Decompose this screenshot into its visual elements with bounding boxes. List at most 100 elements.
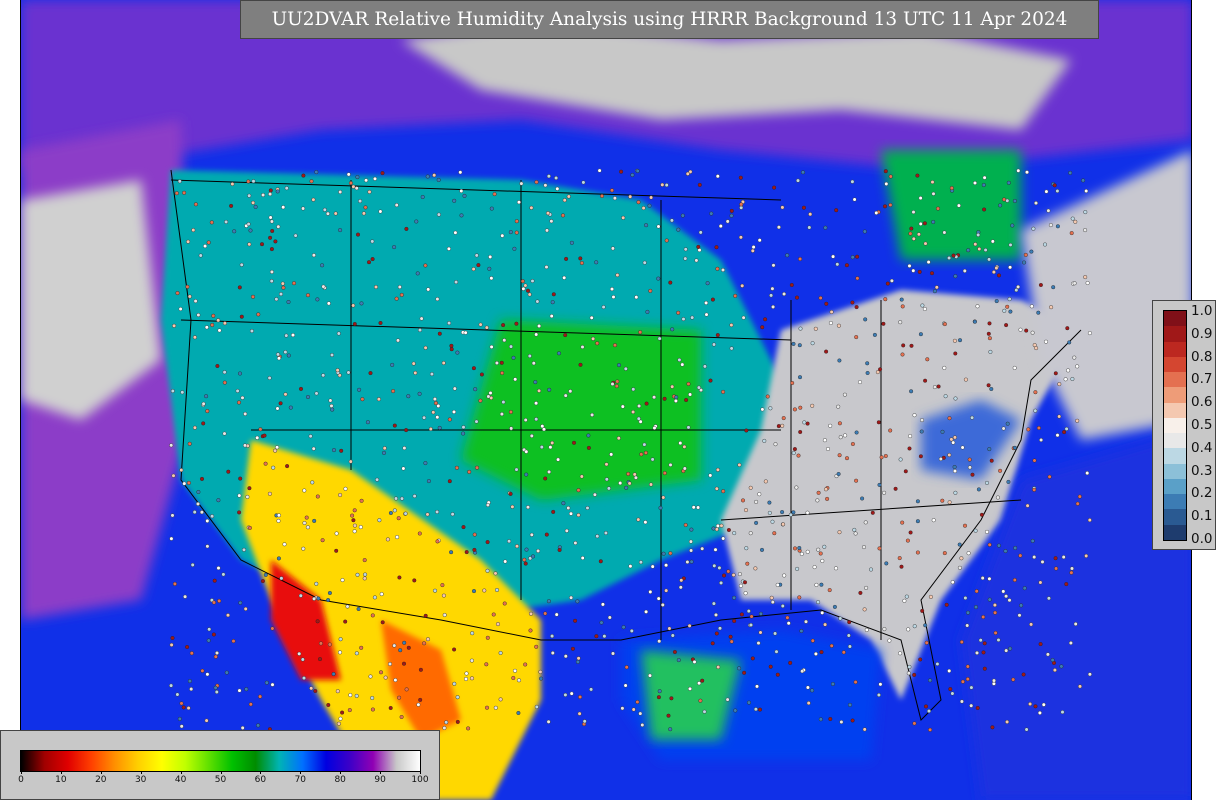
observation-dot: [575, 659, 580, 664]
observation-dot: [475, 465, 480, 470]
observation-dot: [253, 204, 258, 209]
observation-dot: [940, 498, 945, 503]
observation-dot: [380, 620, 385, 625]
observation-dot: [500, 371, 505, 376]
observation-dot: [810, 403, 815, 408]
observation-dot: [190, 562, 195, 567]
observation-dot: [963, 596, 968, 601]
observation-dot: [641, 206, 646, 211]
observation-dot: [820, 610, 825, 615]
observation-dot: [819, 582, 824, 587]
observation-dot: [222, 380, 227, 385]
observation-dot: [1026, 427, 1031, 432]
observation-dot: [676, 658, 681, 663]
observation-dot: [680, 362, 685, 367]
observation-dot: [530, 279, 535, 284]
observation-dot: [758, 630, 763, 635]
observation-dot: [1030, 330, 1035, 335]
observation-dot: [312, 518, 317, 523]
observation-dot: [510, 504, 515, 509]
observation-dot: [502, 338, 507, 343]
observation-dot: [797, 595, 802, 600]
observation-dot: [261, 192, 266, 197]
observation-dot: [370, 613, 375, 618]
observation-dot: [338, 637, 343, 642]
observation-dot: [514, 321, 519, 326]
observation-dot: [906, 627, 911, 632]
observation-dot: [631, 410, 636, 415]
observation-dot: [767, 510, 772, 515]
observation-dot: [513, 377, 518, 382]
observation-dot: [1012, 445, 1017, 450]
observation-dot: [447, 321, 452, 326]
observation-dot: [1040, 559, 1045, 564]
observation-dot: [275, 445, 280, 450]
observation-dot: [615, 379, 620, 384]
observation-dot: [274, 297, 279, 302]
observation-dot: [642, 260, 647, 265]
observation-dot: [746, 609, 751, 614]
observation-dot: [1083, 228, 1088, 233]
observation-dot: [1007, 297, 1012, 302]
observation-dot: [169, 683, 174, 688]
observation-dot: [805, 421, 810, 426]
observation-dot: [1081, 178, 1086, 183]
observation-dot: [511, 676, 516, 681]
observation-dot: [231, 639, 236, 644]
observation-dot: [273, 239, 278, 244]
observation-dot: [938, 457, 943, 462]
observation-dot: [498, 697, 503, 702]
observation-dot: [172, 581, 177, 586]
observation-dot: [987, 336, 992, 341]
observation-dot: [951, 440, 956, 445]
obs-tick-label: 0.5: [1191, 417, 1213, 433]
observation-dot: [1053, 556, 1058, 561]
observation-dot: [311, 446, 316, 451]
observation-dot: [657, 689, 662, 694]
observation-dot: [471, 267, 476, 272]
observation-dot: [486, 394, 491, 399]
observation-dot: [1066, 368, 1071, 373]
observation-dot: [523, 418, 528, 423]
rh-tick-mark: [380, 771, 382, 774]
observation-dot: [763, 479, 768, 484]
observation-dot: [338, 189, 343, 194]
observation-dot: [1022, 260, 1027, 265]
observation-dot: [192, 425, 197, 430]
observation-dot: [812, 565, 817, 570]
observation-dot: [455, 695, 460, 700]
observation-dot: [412, 578, 417, 583]
observation-dot: [1016, 168, 1021, 173]
observation-dot: [952, 465, 957, 470]
observation-dot: [1038, 642, 1043, 647]
observation-dot: [808, 212, 813, 217]
observation-dot: [370, 696, 375, 701]
observation-dot: [772, 185, 777, 190]
observation-dot: [616, 436, 621, 441]
observation-dot: [1028, 702, 1033, 707]
observation-dot: [976, 232, 981, 237]
observation-dot: [1065, 326, 1070, 331]
observation-dot: [1008, 265, 1013, 270]
observation-dot: [829, 310, 834, 315]
observation-dot: [543, 476, 548, 481]
observation-dot: [175, 692, 180, 697]
obs-colorbar-segment: [1164, 463, 1186, 479]
rh-tick-mark: [21, 771, 22, 774]
observation-dot: [186, 239, 191, 244]
observation-dot: [805, 685, 810, 690]
observation-dot: [753, 707, 758, 712]
observation-dot: [876, 420, 881, 425]
observation-dot: [311, 253, 316, 258]
observation-dot: [292, 281, 297, 286]
observation-dot: [453, 230, 458, 235]
observation-dot: [715, 266, 720, 271]
observation-dot: [382, 446, 387, 451]
observation-dot: [217, 598, 222, 603]
observation-dot: [339, 448, 344, 453]
observation-dot: [978, 638, 983, 643]
observation-dot: [509, 344, 514, 349]
observation-dot: [240, 395, 245, 400]
observation-dot: [909, 389, 914, 394]
observation-dot: [388, 706, 393, 711]
